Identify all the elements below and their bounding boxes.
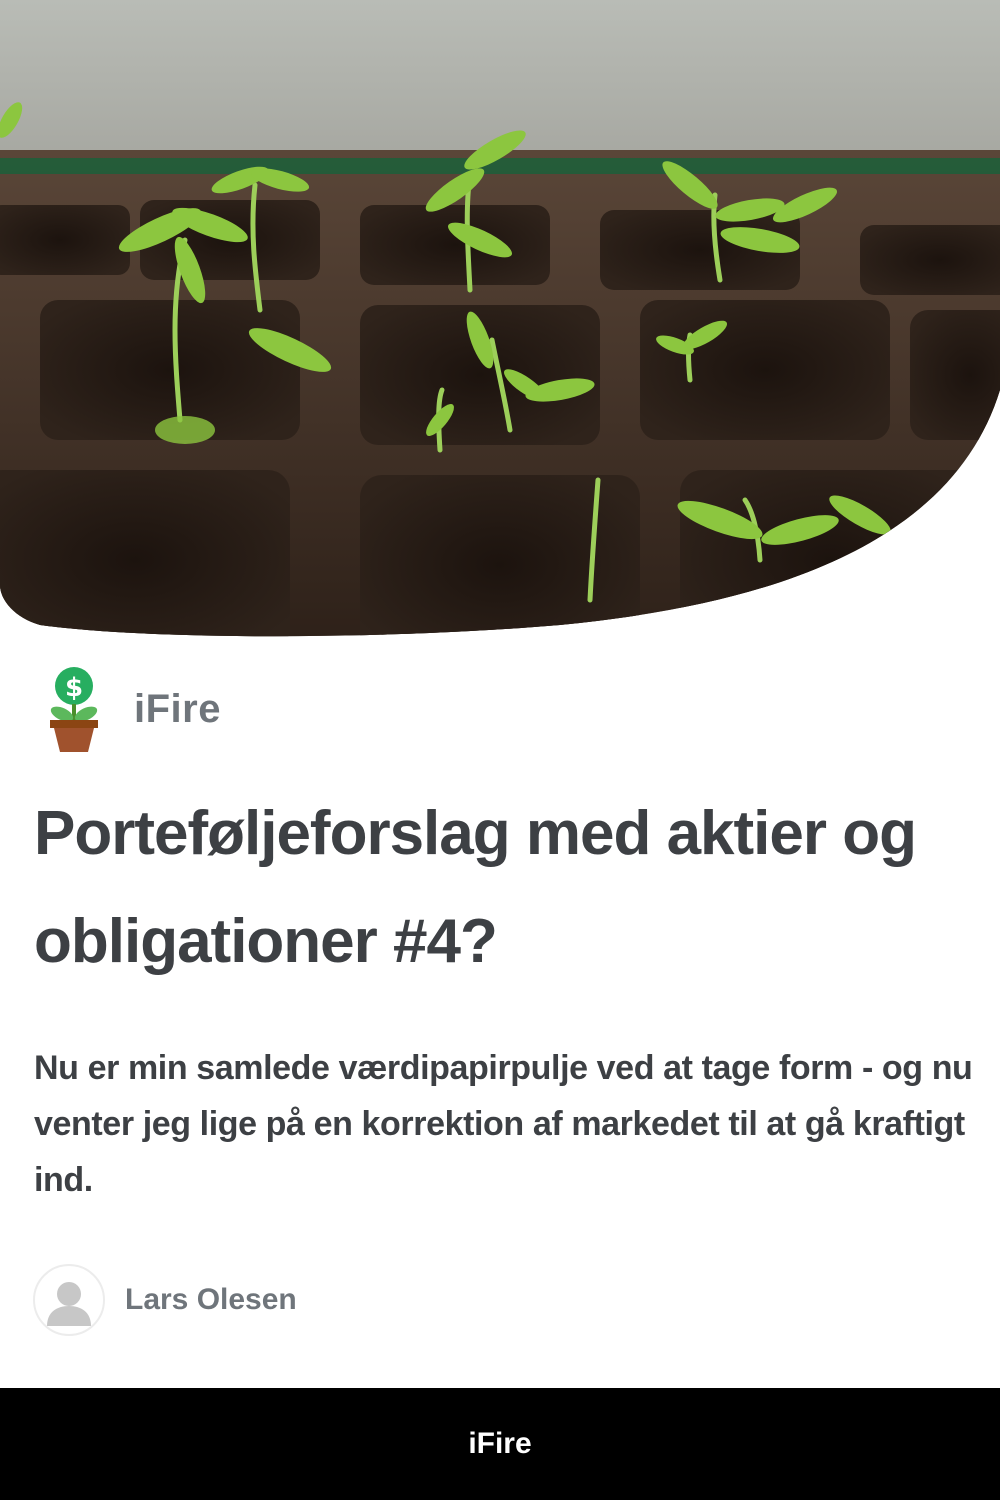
author-name[interactable]: Lars Olesen — [125, 1283, 297, 1317]
brand-name[interactable]: iFire — [134, 687, 221, 732]
post-title[interactable]: Porteføljeforslag med aktier og obligati… — [34, 780, 974, 996]
svg-text:$: $ — [65, 673, 83, 703]
post-excerpt: Nu er min samlede værdipapirpulje ved at… — [34, 1049, 973, 1199]
footer-bar: iFire — [0, 1388, 1000, 1500]
author-row: Lars Olesen — [33, 1264, 297, 1336]
seedlings-photo — [0, 0, 1000, 637]
footer-site-name[interactable]: iFire — [468, 1427, 531, 1461]
brand-row: $ iFire — [48, 666, 221, 752]
hero-image — [0, 0, 1000, 640]
user-avatar-icon[interactable] — [33, 1264, 105, 1336]
money-plant-icon[interactable]: $ — [48, 666, 100, 752]
